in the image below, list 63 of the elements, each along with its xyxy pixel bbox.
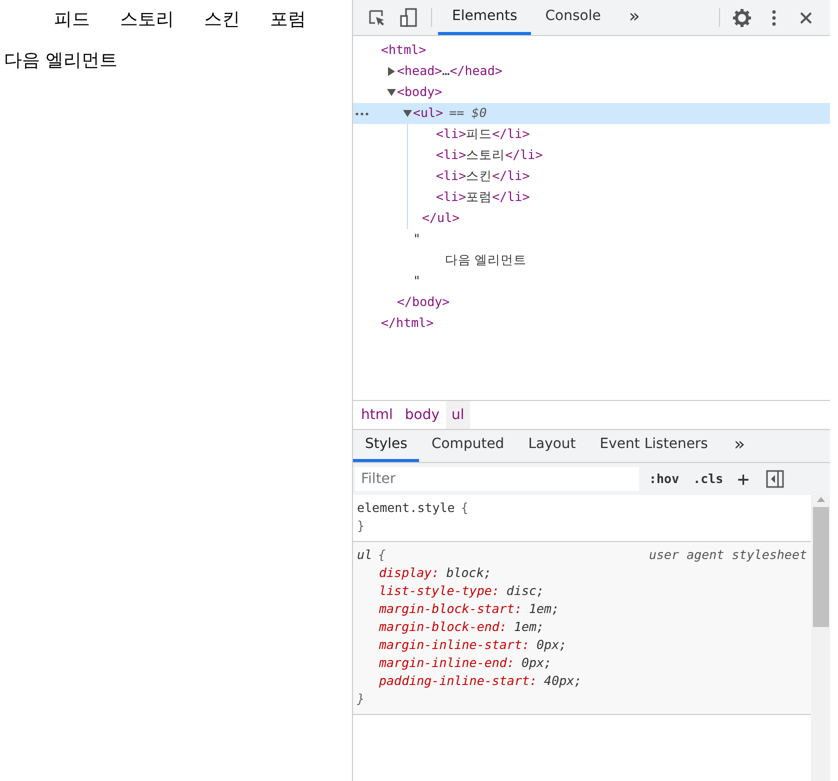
property-value: 0px; <box>536 636 567 654</box>
property-value: 0px; <box>521 654 552 672</box>
node-text: 피드 <box>466 125 492 144</box>
node-text: 스토리 <box>466 146 506 164</box>
property-name: list-style-type: <box>379 582 500 600</box>
tag-text: <li> <box>436 188 466 206</box>
panel-tab[interactable]: Elements <box>438 0 532 35</box>
brace: { <box>460 498 468 517</box>
toggle-button[interactable]: .cls <box>689 470 728 488</box>
tag-text: </li> <box>492 188 530 206</box>
tag-text: </li> <box>505 146 543 164</box>
selection-marker: == $0 <box>449 104 487 122</box>
tag-text: </li> <box>492 167 530 186</box>
selector-text: element.style <box>357 498 455 517</box>
property-value: 40px; <box>544 672 582 690</box>
paragraph-text: 다음 엘리먼트 <box>3 49 119 73</box>
selector-text: ul <box>357 546 372 564</box>
more-tabs-button[interactable]: » <box>720 430 759 462</box>
add-rule-button[interactable]: + <box>733 464 754 494</box>
property-name: margin-inline-end: <box>379 654 514 672</box>
panel-tab[interactable]: Console <box>531 0 615 35</box>
source-label: user agent stylesheet <box>648 546 807 564</box>
breadcrumb-item[interactable]: html <box>355 401 399 429</box>
ellipsis-text: … <box>442 62 450 80</box>
tag-text: </body> <box>397 293 450 312</box>
selected-node-row[interactable]: <ul> == $0 <box>353 103 830 124</box>
node-text: 다음 엘리먼트 <box>445 252 526 270</box>
panel-tab[interactable]: Event Listeners <box>588 430 720 462</box>
property-value: disc; <box>506 582 544 600</box>
breadcrumb-item[interactable]: ul <box>446 401 470 429</box>
filter-field[interactable]: Filter <box>355 467 639 491</box>
tag-text[interactable]: <ul> <box>413 104 444 123</box>
property-name: margin-block-end: <box>379 618 507 636</box>
property-name: margin-block-start: <box>379 600 522 618</box>
tag-text: <li> <box>436 146 466 164</box>
tag-text: </li> <box>492 125 530 144</box>
property-value: 1em; <box>529 600 560 618</box>
property-name: display: <box>379 564 440 582</box>
tag-text[interactable]: <html> <box>381 41 426 60</box>
panel-tab[interactable]: Layout <box>516 430 588 462</box>
node-text: 스킨 <box>466 167 492 186</box>
property-name: margin-inline-start: <box>379 636 530 654</box>
brace: } <box>357 516 365 535</box>
quote-mark: " <box>413 272 421 290</box>
brace: } <box>357 690 365 708</box>
property-value: 1em; <box>514 618 544 636</box>
tag-text: </html> <box>381 314 434 332</box>
tag-text[interactable]: <head> <box>397 62 442 81</box>
quote-mark: " <box>413 230 421 248</box>
scrollbar[interactable] <box>811 495 830 781</box>
tag-text[interactable]: <body> <box>397 83 442 102</box>
property-name: padding-inline-start: <box>379 672 538 690</box>
brace: { <box>378 546 386 564</box>
toggle-button[interactable]: :hov <box>645 470 684 488</box>
breadcrumb-item[interactable]: body <box>398 401 446 429</box>
tag-text: <li> <box>436 125 466 144</box>
node-text: 포럼 <box>466 188 492 206</box>
more-tabs-button[interactable]: » <box>614 0 654 35</box>
tag-text: <li> <box>436 167 466 186</box>
panel-tab[interactable]: Computed <box>419 430 516 462</box>
property-value: block; <box>446 564 492 582</box>
tag-text: </head> <box>450 62 502 80</box>
tag-text: </ul> <box>422 209 460 228</box>
